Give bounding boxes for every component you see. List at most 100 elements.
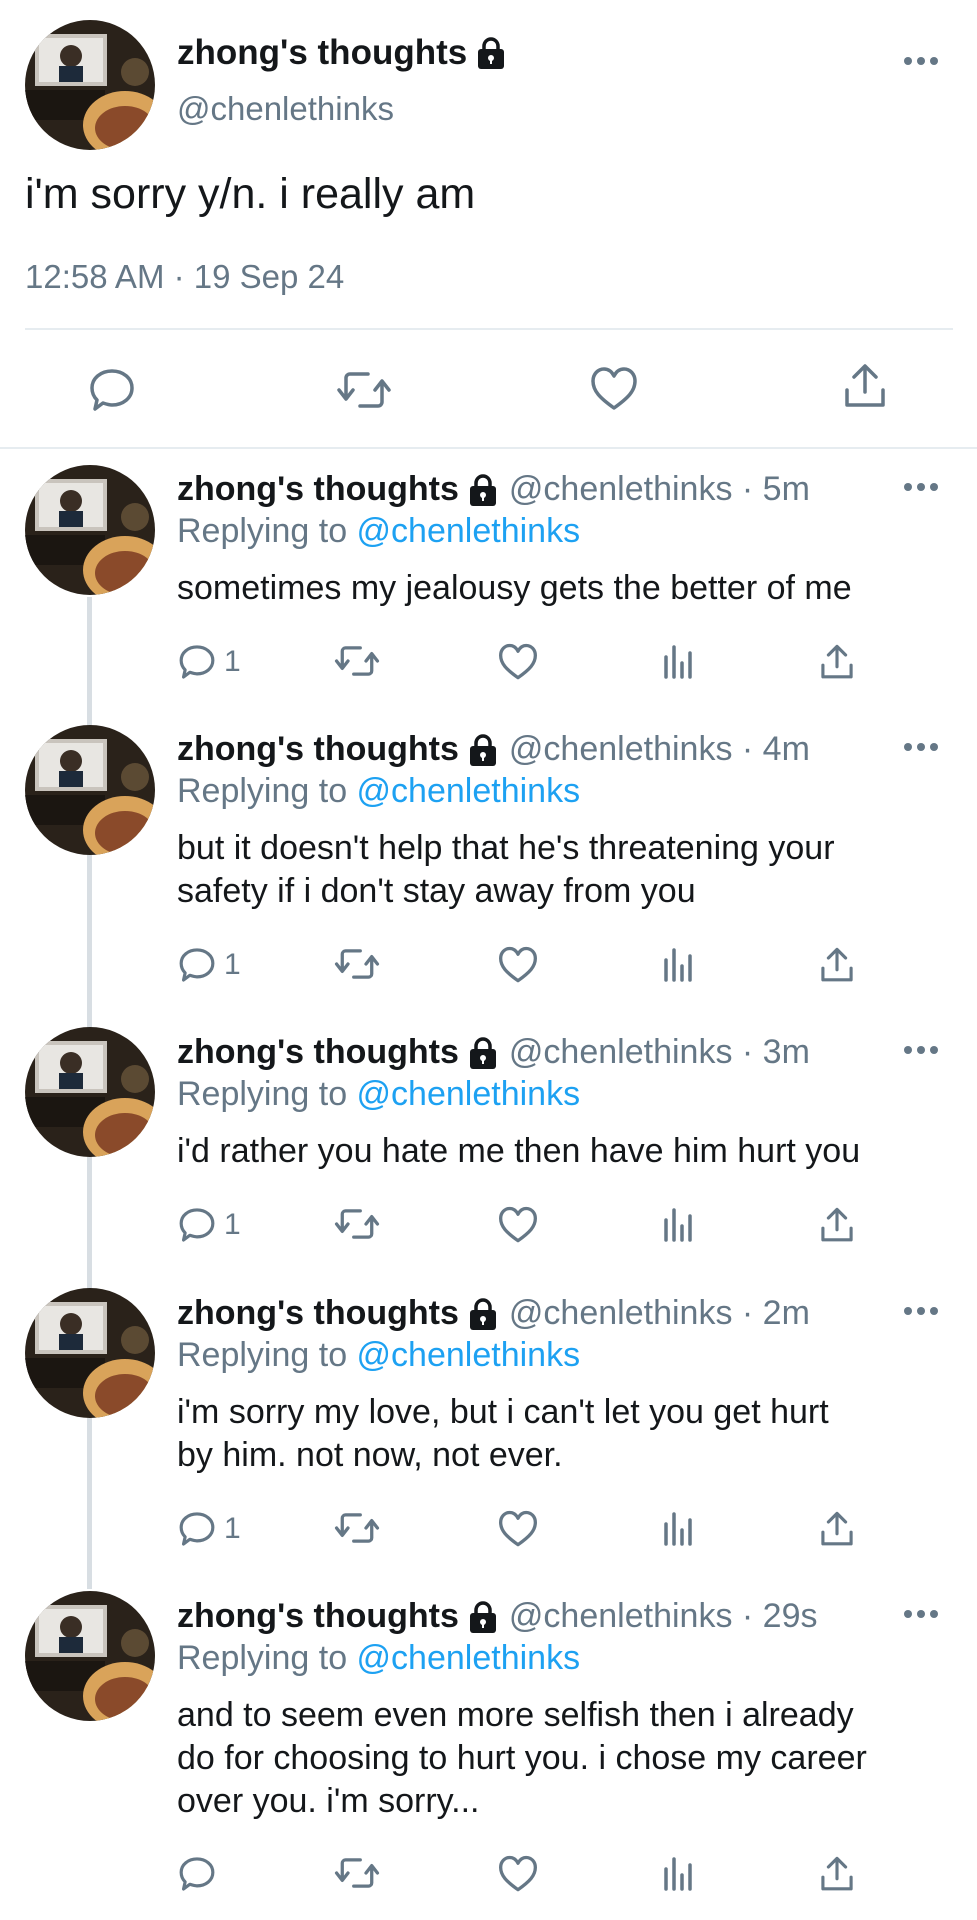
- more-icon[interactable]: [903, 742, 939, 752]
- share-icon[interactable]: [819, 1206, 855, 1244]
- reply-icon[interactable]: 1: [178, 1510, 241, 1548]
- avatar[interactable]: [25, 465, 155, 595]
- retweet-icon[interactable]: [334, 946, 380, 982]
- replying-to-link[interactable]: @chenlethinks: [357, 1075, 581, 1113]
- handle[interactable]: @chenlethinks: [509, 1033, 733, 1072]
- avatar[interactable]: [25, 1288, 155, 1418]
- lock-icon: [467, 733, 499, 767]
- reply-header: zhong's thoughts @chenlethinks · 5m: [177, 470, 810, 509]
- share-icon[interactable]: [842, 362, 888, 410]
- display-name[interactable]: zhong's thoughts: [177, 1294, 459, 1333]
- retweet-icon[interactable]: [334, 1206, 380, 1242]
- replying-to-link[interactable]: @chenlethinks: [357, 1336, 581, 1374]
- retweet-icon[interactable]: [334, 1510, 380, 1546]
- divider: [25, 328, 953, 330]
- like-icon[interactable]: [498, 643, 538, 681]
- tweet-text-line: sometimes my jealousy gets the better of…: [177, 569, 852, 607]
- like-icon[interactable]: [498, 1510, 538, 1548]
- stats-icon[interactable]: [661, 1510, 695, 1546]
- replying-prefix: Replying to: [177, 772, 357, 810]
- display-name-text[interactable]: zhong's thoughts: [177, 33, 467, 73]
- replying-to-link[interactable]: @chenlethinks: [357, 1639, 581, 1677]
- separator-dot: ·: [732, 470, 763, 508]
- display-name[interactable]: zhong's thoughts: [177, 470, 459, 509]
- divider: [0, 447, 977, 449]
- lock-icon: [467, 473, 499, 507]
- avatar[interactable]: [25, 1591, 155, 1721]
- separator-dot: ·: [732, 1294, 763, 1332]
- replying-to: Replying to @chenlethinks: [177, 1336, 580, 1375]
- reply-count: 1: [224, 645, 241, 678]
- timestamp[interactable]: 12:58 AM · 19 Sep 24: [25, 258, 344, 296]
- reply-count: 1: [224, 1512, 241, 1545]
- avatar[interactable]: [25, 1027, 155, 1157]
- replying-to: Replying to @chenlethinks: [177, 1075, 580, 1114]
- tweet-text: i'm sorry y/n. i really am: [25, 170, 476, 218]
- stats-icon[interactable]: [661, 1855, 695, 1891]
- replying-prefix: Replying to: [177, 1075, 357, 1113]
- tweet-text: i'd rather you hate me then have him hur…: [177, 1130, 957, 1173]
- lock-icon: [467, 1036, 499, 1070]
- tweet-text-line: but it doesn't help that he's threatenin…: [177, 829, 835, 867]
- tweet-text-line: by him. not now, not ever.: [177, 1436, 563, 1474]
- separator-dot: ·: [732, 1597, 763, 1635]
- action-bar: 1: [0, 946, 977, 990]
- display-name[interactable]: zhong's thoughts: [177, 1033, 459, 1072]
- action-bar: 1: [0, 643, 977, 687]
- separator-dot: ·: [732, 1033, 763, 1071]
- stats-icon[interactable]: [661, 946, 695, 982]
- share-icon[interactable]: [819, 1855, 855, 1893]
- handle[interactable]: @chenlethinks: [177, 90, 394, 128]
- separator-dot: ·: [732, 730, 763, 768]
- reply-count: 1: [224, 1208, 241, 1241]
- relative-time[interactable]: 29s: [763, 1597, 818, 1636]
- reply-icon[interactable]: 1: [178, 1206, 241, 1244]
- reply-icon[interactable]: 1: [178, 946, 241, 984]
- replying-to-link[interactable]: @chenlethinks: [357, 512, 581, 550]
- like-icon[interactable]: [590, 366, 638, 412]
- tweet-text-line: i'm sorry my love, but i can't let you g…: [177, 1393, 829, 1431]
- reply-icon[interactable]: [178, 1855, 224, 1893]
- reply-header: zhong's thoughts @chenlethinks · 4m: [177, 730, 810, 769]
- tweet-text: i'm sorry my love, but i can't let you g…: [177, 1391, 957, 1477]
- display-name[interactable]: zhong's thoughts: [177, 1597, 459, 1636]
- more-icon[interactable]: [903, 56, 939, 66]
- more-icon[interactable]: [903, 1306, 939, 1316]
- share-icon[interactable]: [819, 643, 855, 681]
- relative-time[interactable]: 5m: [763, 470, 810, 509]
- like-icon[interactable]: [498, 946, 538, 984]
- relative-time[interactable]: 2m: [763, 1294, 810, 1333]
- handle[interactable]: @chenlethinks: [509, 730, 733, 769]
- more-icon[interactable]: [903, 1609, 939, 1619]
- like-icon[interactable]: [498, 1206, 538, 1244]
- relative-time[interactable]: 3m: [763, 1033, 810, 1072]
- retweet-icon[interactable]: [336, 368, 392, 412]
- handle[interactable]: @chenlethinks: [509, 1294, 733, 1333]
- display-name[interactable]: zhong's thoughts: [177, 730, 459, 769]
- more-icon[interactable]: [903, 1045, 939, 1055]
- like-icon[interactable]: [498, 1855, 538, 1893]
- action-bar: 1: [0, 1510, 977, 1554]
- retweet-icon[interactable]: [334, 643, 380, 679]
- retweet-icon[interactable]: [334, 1855, 380, 1891]
- share-icon[interactable]: [819, 946, 855, 984]
- replying-to-link[interactable]: @chenlethinks: [357, 772, 581, 810]
- relative-time[interactable]: 4m: [763, 730, 810, 769]
- lock-icon: [467, 1600, 499, 1634]
- avatar[interactable]: [25, 20, 155, 150]
- share-icon[interactable]: [819, 1510, 855, 1548]
- handle[interactable]: @chenlethinks: [509, 470, 733, 509]
- more-icon[interactable]: [903, 482, 939, 492]
- reply-icon[interactable]: [88, 366, 136, 414]
- reply-header: zhong's thoughts @chenlethinks · 3m: [177, 1033, 810, 1072]
- tweet-text-line: i'd rather you hate me then have him hur…: [177, 1132, 861, 1170]
- lock-icon: [467, 1297, 499, 1331]
- reply-icon[interactable]: 1: [178, 643, 241, 681]
- handle[interactable]: @chenlethinks: [509, 1597, 733, 1636]
- display-name[interactable]: zhong's thoughts: [177, 33, 507, 73]
- avatar[interactable]: [25, 725, 155, 855]
- stats-icon[interactable]: [661, 643, 695, 679]
- tweet-text-line: over you. i'm sorry...: [177, 1782, 480, 1820]
- stats-icon[interactable]: [661, 1206, 695, 1242]
- tweet-text: but it doesn't help that he's threatenin…: [177, 827, 957, 913]
